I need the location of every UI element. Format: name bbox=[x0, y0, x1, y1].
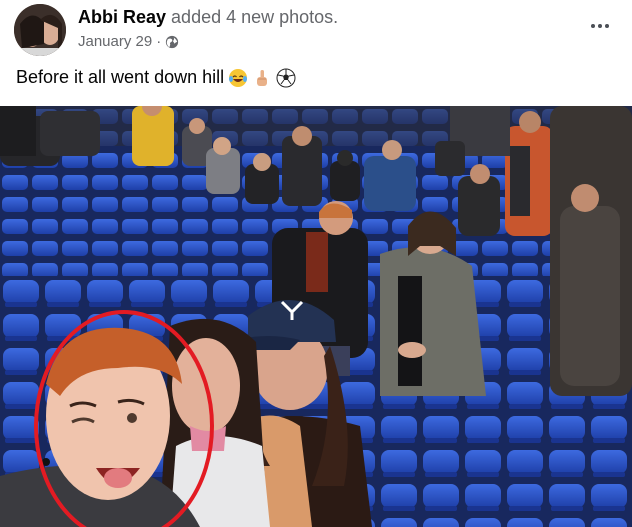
author-name[interactable]: Abbi Reay bbox=[78, 7, 166, 27]
post-action-text: added 4 new photos. bbox=[171, 7, 339, 27]
post-meta: January 29 · bbox=[78, 33, 179, 50]
post-date[interactable]: January 29 bbox=[78, 33, 152, 50]
caption-text: Before it all went down hill bbox=[16, 67, 225, 87]
post-author-line: Abbi Reay added 4 new photos. bbox=[78, 7, 338, 28]
post-caption: Before it all went down hill bbox=[16, 67, 296, 88]
post-header: Abbi Reay added 4 new photos. January 29… bbox=[0, 0, 632, 60]
author-avatar[interactable] bbox=[14, 4, 66, 56]
middle-finger-emoji bbox=[257, 69, 268, 86]
right-person bbox=[560, 184, 620, 386]
stadium-photo bbox=[0, 106, 632, 527]
laughing-tears-emoji bbox=[229, 68, 248, 87]
post-photo[interactable] bbox=[0, 106, 632, 527]
more-options-icon[interactable] bbox=[586, 14, 614, 38]
soccer-ball-emoji bbox=[276, 68, 296, 87]
meta-separator: · bbox=[156, 33, 162, 50]
globe-icon bbox=[166, 35, 179, 48]
